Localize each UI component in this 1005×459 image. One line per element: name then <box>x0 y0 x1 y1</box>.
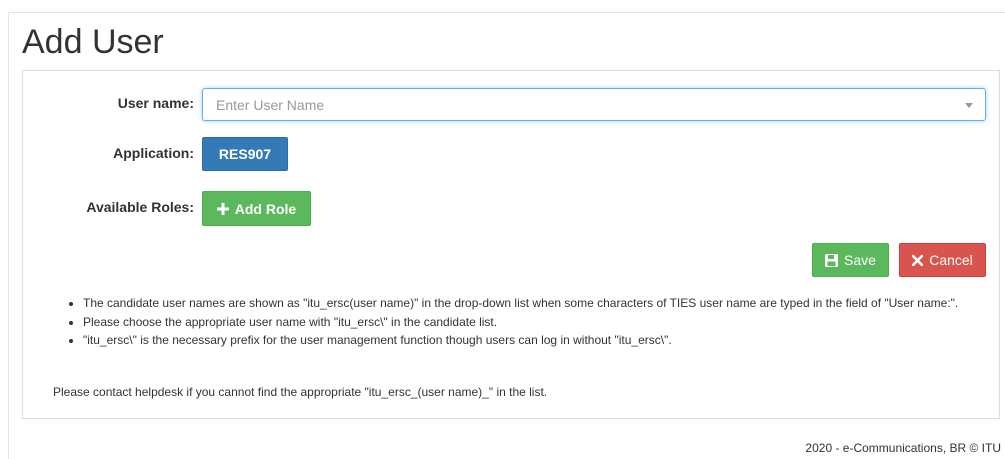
caret-down-icon[interactable] <box>965 103 973 108</box>
note-item: Please choose the appropriate user name … <box>83 313 993 332</box>
application-label: Application: <box>113 145 194 161</box>
x-icon <box>912 254 924 266</box>
save-button[interactable]: Save <box>812 243 889 277</box>
application-button[interactable]: RES907 <box>202 137 288 171</box>
user-name-select[interactable]: Enter User Name <box>202 88 986 121</box>
plus-icon <box>216 202 229 215</box>
helpdesk-text: Please contact helpdesk if you cannot fi… <box>53 385 548 399</box>
footer-copyright: 2020 - e-Communications, BR © ITU <box>805 441 1001 455</box>
notes-list: The candidate user names are shown as "i… <box>67 294 993 350</box>
available-roles-label: Available Roles: <box>86 199 194 215</box>
note-item: "itu_ersc\" is the necessary prefix for … <box>83 331 993 350</box>
add-role-button[interactable]: Add Role <box>202 191 311 226</box>
application-button-label: RES907 <box>218 146 272 162</box>
user-name-placeholder: Enter User Name <box>216 97 325 113</box>
user-name-label: User name: <box>117 95 194 111</box>
page-title: Add User <box>22 23 164 61</box>
save-label: Save <box>844 252 876 268</box>
cancel-label: Cancel <box>929 252 973 268</box>
add-role-label: Add Role <box>234 200 297 217</box>
add-user-panel: User name: Enter User Name Application: … <box>22 70 1000 419</box>
cancel-button[interactable]: Cancel <box>899 243 986 277</box>
floppy-disk-icon <box>825 253 839 267</box>
note-item: The candidate user names are shown as "i… <box>83 294 993 313</box>
